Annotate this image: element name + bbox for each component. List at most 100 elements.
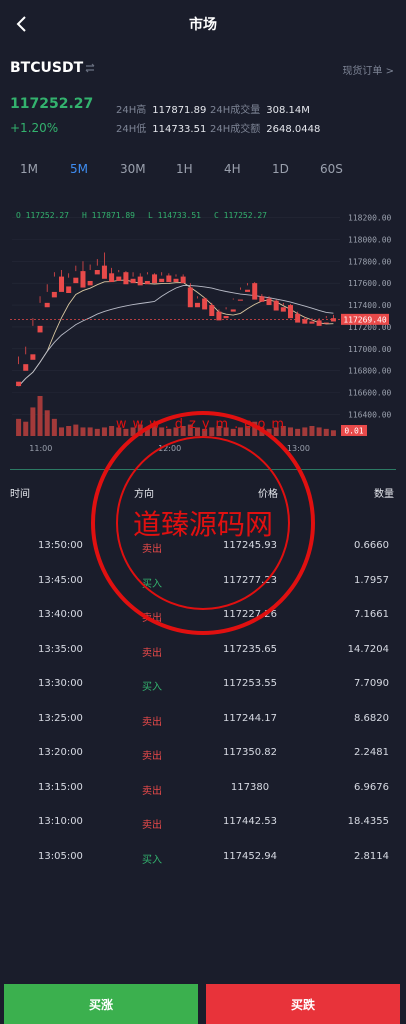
trade-row: 13:45:00 买入 117277.23 1.7957 xyxy=(0,575,406,595)
trade-quantity: 7.1661 xyxy=(354,609,389,620)
volume-bar xyxy=(252,421,258,436)
candle-body xyxy=(280,307,286,312)
candle-body xyxy=(16,381,22,387)
trade-direction: 卖出 xyxy=(142,751,162,762)
y-tick-label: 117800.00 xyxy=(348,257,392,266)
trade-row: 13:05:00 买入 117452.94 2.8114 xyxy=(0,851,406,871)
ma-line-5 xyxy=(18,279,334,387)
col-header-direction: 方向 xyxy=(134,489,154,500)
stat-value: 2648.0448 xyxy=(266,124,321,135)
trade-quantity: 18.4355 xyxy=(347,816,389,827)
y-tick-label: 117600.00 xyxy=(348,279,392,288)
price-change: +1.20% xyxy=(10,121,59,135)
tab-timeframe-1m[interactable]: 1M xyxy=(20,162,38,176)
volume-bar xyxy=(259,427,265,436)
volume-bar xyxy=(87,427,93,436)
x-tick-label: 12:00 xyxy=(158,444,181,453)
volume-bar xyxy=(73,424,79,436)
volume-bar xyxy=(123,428,129,436)
trade-row: 13:35:00 卖出 117235.65 14.7204 xyxy=(0,644,406,664)
trade-quantity: 2.2481 xyxy=(354,747,389,758)
trade-quantity: 8.6820 xyxy=(354,712,389,724)
tab-timeframe-1h[interactable]: 1H xyxy=(176,162,193,176)
candle-body xyxy=(152,274,158,284)
candle-body xyxy=(109,273,115,283)
legend-close: C 117252.27 xyxy=(214,211,267,220)
volume-bar xyxy=(323,428,329,436)
header-bar: 市场 xyxy=(0,0,406,48)
candle-body xyxy=(309,321,315,324)
volume-bar xyxy=(223,427,229,436)
volume-bar xyxy=(230,428,236,436)
spot-orders-link[interactable]: 现货订单 > xyxy=(342,62,394,77)
symbol-name[interactable]: BTCUSDT xyxy=(10,60,83,76)
volume-bar xyxy=(237,427,243,436)
y-tick-label: 117400.00 xyxy=(348,301,392,310)
candle-body xyxy=(302,319,308,324)
legend-open: O 117252.27 xyxy=(16,211,69,220)
tab-timeframe-30m[interactable]: 30M xyxy=(120,162,146,176)
candlestick-chart[interactable]: O 117252.27 H 117871.89 L 114733.51 C 11… xyxy=(0,198,406,458)
chart-divider xyxy=(10,469,396,470)
candle-body xyxy=(144,280,150,285)
volume-bar xyxy=(194,427,200,436)
trade-price: 117380 xyxy=(230,781,270,793)
stat-value: 114733.51 xyxy=(152,124,207,135)
candle-body xyxy=(230,309,236,312)
last-price-tag: 117269.40 xyxy=(341,313,389,325)
stat-24h-amount: 24H成交额 2648.0448 xyxy=(210,120,320,135)
page-title: 市场 xyxy=(189,17,217,33)
volume-bar xyxy=(44,410,50,436)
candle-body xyxy=(130,278,136,284)
y-tick-label: 116600.00 xyxy=(348,389,392,398)
trade-direction: 买入 xyxy=(142,578,162,590)
trade-time: 13:30:00 xyxy=(38,678,83,689)
trade-direction: 卖出 xyxy=(142,785,162,797)
col-header-quantity: 数量 xyxy=(374,489,394,500)
volume-tag: 0.01 xyxy=(341,425,367,436)
volume-tag-text: 0.01 xyxy=(344,427,363,436)
trade-price: 117245.93 xyxy=(222,540,278,551)
candle-body xyxy=(137,276,143,286)
volume-bar xyxy=(330,430,336,436)
trade-time: 13:45:00 xyxy=(38,574,83,586)
last-price: 117252.27 xyxy=(10,96,94,112)
trade-row: 13:20:00 卖出 117350.82 2.2481 xyxy=(0,747,406,767)
volume-bar xyxy=(130,427,136,436)
stat-24h-high: 24H高 117871.89 xyxy=(116,101,206,116)
volume-bar xyxy=(101,427,107,436)
trade-quantity: 6.9676 xyxy=(354,781,389,793)
volume-bar xyxy=(280,426,286,436)
trade-direction: 卖出 xyxy=(142,820,162,831)
tab-timeframe-60s[interactable]: 60S xyxy=(320,162,343,176)
tab-timeframe-1d[interactable]: 1D xyxy=(272,162,289,176)
swap-icon[interactable] xyxy=(84,62,96,74)
trade-price: 117244.17 xyxy=(222,712,278,724)
stat-24h-low: 24H低 114733.51 xyxy=(116,120,206,135)
col-header-time: 时间 xyxy=(10,489,30,500)
candle-body xyxy=(202,298,208,310)
trade-row: 13:50:00 卖出 117245.93 0.6660 xyxy=(0,540,406,560)
volume-bar xyxy=(16,418,22,436)
candle-body xyxy=(194,302,200,308)
volume-bar xyxy=(30,407,36,436)
tab-timeframe-4h[interactable]: 4H xyxy=(224,162,241,176)
trade-price: 117277.23 xyxy=(222,574,278,586)
candle-body xyxy=(209,305,215,316)
candle-body xyxy=(44,302,50,308)
candle-body xyxy=(295,313,301,323)
volume-bar xyxy=(287,427,293,436)
candle-body xyxy=(116,276,122,281)
candle-body xyxy=(166,275,172,283)
trade-direction: 买入 xyxy=(142,854,162,866)
legend-high: H 117871.89 xyxy=(82,211,135,220)
candle-body xyxy=(87,280,93,286)
trade-price: 117452.94 xyxy=(222,850,278,862)
candle-body xyxy=(187,287,193,308)
buy-long-button[interactable]: 买涨 xyxy=(4,984,198,1024)
sell-short-button[interactable]: 买跌 xyxy=(206,984,400,1024)
volume-bar xyxy=(266,428,272,436)
tab-timeframe-5m[interactable]: 5M xyxy=(70,162,88,176)
candle-body xyxy=(51,291,57,298)
trade-time: 13:35:00 xyxy=(38,643,83,655)
